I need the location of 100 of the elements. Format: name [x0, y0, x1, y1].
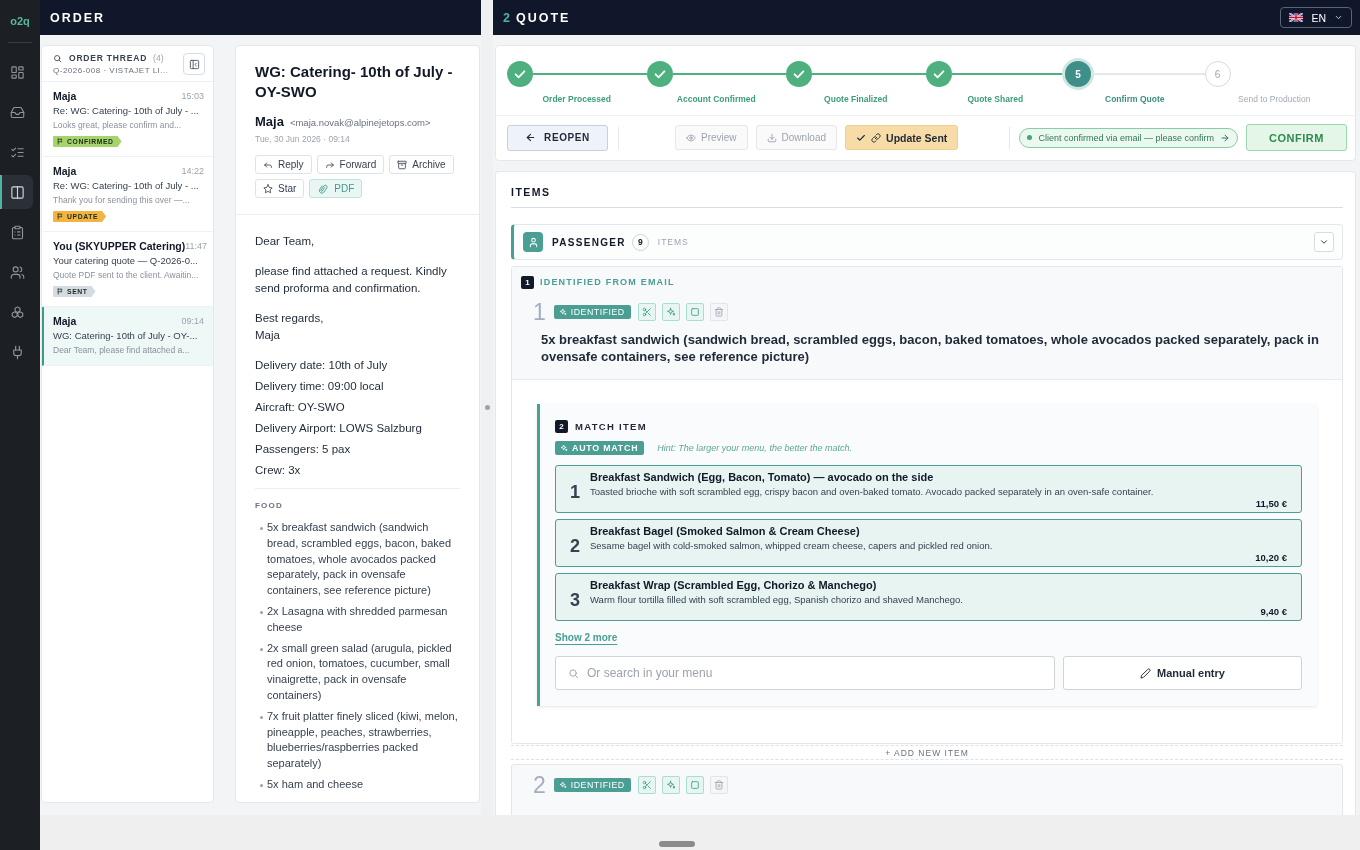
trash-icon [713, 307, 724, 317]
badge-label: IDENTIFIED [570, 780, 625, 790]
users-icon [10, 264, 25, 280]
option-number: 1 [570, 481, 580, 502]
collapse-button[interactable] [183, 53, 205, 75]
item-number: 1 [533, 301, 546, 323]
paperclip-icon [317, 182, 330, 195]
step-number: 1 [521, 276, 534, 289]
sender-name: Maja [53, 165, 77, 177]
square-icon [689, 307, 700, 317]
forward-button[interactable]: Forward [316, 155, 385, 174]
tool-button[interactable] [709, 776, 728, 794]
inbox-icon [10, 104, 25, 120]
option-title: Breakfast Sandwich (Egg, Bacon, Tomato) — avocado on the side [590, 471, 934, 484]
message-preview: Looks great, please confirm and... [53, 120, 182, 131]
expand-button[interactable] [1314, 232, 1334, 252]
sparkle-icon [558, 308, 567, 316]
message-subject: Re: WG: Catering- 10th of July - ... [53, 105, 199, 117]
option-price: 10,20 € [1255, 552, 1287, 564]
square-icon [689, 780, 700, 790]
bullet-icon [260, 715, 263, 719]
sender-name: Maja [255, 114, 284, 130]
sparkle-icon [560, 444, 568, 452]
scissors-icon [641, 780, 652, 790]
trash-icon [713, 780, 724, 790]
drag-handle[interactable] [659, 841, 695, 847]
reply-button[interactable]: Reply [255, 155, 312, 174]
group-header[interactable]: PASSENGER 9 ITEMS [511, 224, 1343, 260]
panel-title: QUOTE [515, 10, 571, 25]
status-dot-icon [1027, 135, 1033, 140]
check-icon [856, 132, 867, 143]
search-input[interactable]: Or search in your menu [587, 663, 1042, 683]
option-description: Warm flour tortilla filled with soft scrambled egg, Spanish chorizo and shaved Manchego. [590, 594, 963, 606]
download-icon [766, 132, 777, 143]
tool-button[interactable] [661, 776, 680, 794]
add-item-button[interactable]: + ADD NEW ITEM [511, 745, 1343, 760]
email-detail: Crew: 3x [255, 463, 302, 478]
link-icon [871, 132, 882, 143]
splitter-handle[interactable] [484, 405, 490, 410]
message-subject: Your catering quote — Q-2026-0... [53, 255, 198, 267]
tool-button[interactable] [637, 303, 656, 321]
message-time: 14:22 [181, 165, 204, 177]
tool-button[interactable] [685, 776, 704, 794]
email-date: Tue, 30 Jun 2026 · 09:14 [255, 134, 350, 145]
sender-email: <maja.novak@alpinejetops.com> [289, 117, 431, 129]
message-preview: Quote PDF sent to the client. Awaitin... [53, 270, 199, 281]
option-title: Breakfast Wrap (Scrambled Egg, Chorizo & Manchego) [590, 579, 877, 592]
forward-icon [324, 159, 335, 170]
match-option[interactable]: 3 Breakfast Wrap (Scrambled Egg, Chorizo & Manchego) Warm flour tortilla filled with soft scrambled egg, Spanish chorizo and shaved Manchego. 9,40 € [555, 573, 1302, 621]
option-price: 11,50 € [1255, 498, 1287, 510]
manual-entry-button[interactable]: Manual entry [1063, 656, 1302, 690]
step-indicator: 5 [1065, 61, 1091, 87]
sender-name: You (SKYUPPER Catering) [53, 240, 186, 252]
match-option[interactable] [555, 465, 1302, 513]
bullet-icon [260, 783, 263, 787]
bullet-icon [260, 527, 263, 530]
email-text: Maja [255, 328, 281, 343]
plug-icon [10, 344, 25, 360]
email-detail: Passengers: 5 pax [255, 442, 352, 457]
flag-icon [57, 288, 64, 295]
option-description: Toasted brioche with soft scrambled egg, crispy bacon and oven-baked tomato. Avocado packed separately in an oven-safe container. [590, 486, 1154, 498]
flag-icon [1289, 13, 1304, 22]
badge-label: IDENTIFIED [570, 307, 625, 317]
match-option[interactable]: 2 Breakfast Bagel (Smoked Salmon & Cream Cheese) Sesame bagel with cold-smoked salmon, whipped cream cheese, capers and pickled red onion. 10,20 € [555, 519, 1302, 567]
thread-message[interactable]: Maja 09:14 WG: Catering- 10th of July - OY-... Dear Team, please find attached a... [42, 307, 213, 366]
food-item: 5x breakfast sandwich (sandwich bread, scrambled eggs, bacon, baked tomatoes, whole avocados packed separately, pack in ovensafe containers, see reference picture) [267, 520, 453, 599]
nav-button[interactable] [0, 175, 33, 209]
language-selector[interactable]: EN [1280, 7, 1352, 28]
flag-icon [57, 138, 64, 145]
bullet-icon [260, 647, 263, 651]
food-item: 5x ham and cheese [267, 776, 363, 792]
sparkle-icon [665, 307, 676, 317]
panel-collapse-icon [188, 58, 200, 70]
chevron-down-icon [1319, 237, 1329, 247]
star-icon [263, 183, 273, 194]
sender-name: Maja [53, 315, 77, 327]
update-sent-button[interactable]: Update Sent [845, 125, 959, 150]
sender-name: Maja [53, 90, 77, 102]
reopen-button[interactable]: REOPEN [507, 124, 608, 151]
tool-button[interactable] [661, 303, 680, 321]
thread-count: (4) [153, 52, 164, 64]
chevron-down-icon [1334, 13, 1343, 22]
pencil-icon [1140, 667, 1152, 679]
app-logo: o2q [10, 15, 30, 28]
search-field[interactable]: Or search in your menu [555, 656, 1055, 690]
tool-button[interactable] [685, 303, 704, 321]
tool-button[interactable] [709, 303, 728, 321]
step-indicator: 6 [1204, 61, 1231, 87]
hint-text: Hint: The larger your menu, the better the match. [657, 442, 852, 454]
columns-icon [10, 184, 25, 200]
step-number: 2 [555, 420, 568, 433]
tool-button[interactable] [637, 776, 656, 794]
group-name: PASSENGER [552, 236, 626, 248]
star-button[interactable]: Star [255, 179, 305, 198]
archive-button[interactable]: Archive [389, 155, 454, 174]
message-preview: Dear Team, please find attached a... [53, 345, 190, 356]
search-icon [53, 53, 62, 63]
scissors-icon [641, 307, 652, 317]
confirm-button[interactable]: CONFIRM [1246, 124, 1347, 151]
confirmation-notice[interactable]: Client confirmed via email — please confirm [1019, 127, 1238, 148]
